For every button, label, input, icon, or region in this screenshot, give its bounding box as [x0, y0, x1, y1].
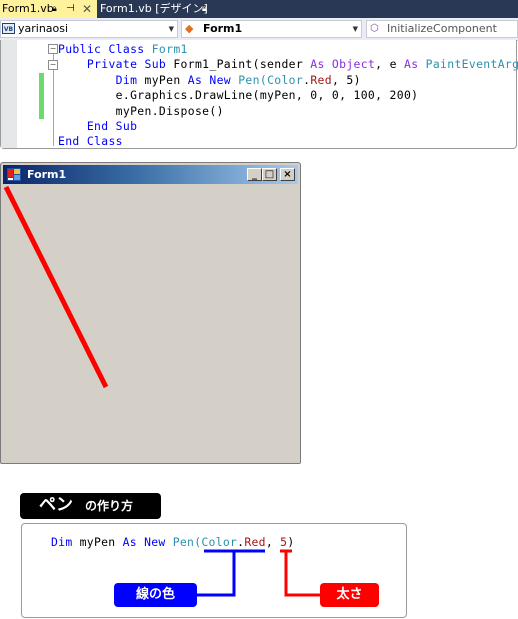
app-icon	[7, 168, 21, 181]
code-token: , 5)	[331, 72, 361, 87]
method-locked-icon: ⬡	[370, 23, 379, 34]
collapse-class-icon[interactable]: −	[48, 44, 58, 54]
code-token: Pen(	[238, 72, 268, 87]
code-token: Private Sub	[58, 57, 174, 72]
minimize-button[interactable]: _	[247, 168, 262, 181]
title-pen: ペン	[39, 495, 73, 515]
class-dropdown[interactable]: ◆ Form1 ▼	[181, 20, 362, 38]
collapse-sub-icon[interactable]: −	[48, 60, 58, 70]
tab-label: Form1.vb	[2, 2, 54, 15]
drawing-surface	[3, 185, 109, 389]
code-token: myPen.Dispose()	[58, 103, 224, 118]
project-value: yarinaosi	[18, 22, 69, 35]
code-line: End Class	[58, 134, 518, 149]
code-line: Public Class Form1	[58, 42, 518, 57]
close-icon[interactable]: ✕	[82, 0, 92, 18]
code-token: End Class	[58, 134, 123, 149]
code-editor-window: Form1.vb 🔒︎ ⊣ ✕ Form1.vb [デザイン] 🔒︎ VB ya…	[0, 0, 518, 150]
code-token: myPen	[144, 72, 188, 87]
class-icon: ◆	[185, 22, 194, 35]
code-line: Dim myPen As New Pen(Color.Red, 5)	[58, 73, 518, 88]
section-title-badge: ペン の作り方	[20, 493, 161, 519]
maximize-button[interactable]: □	[262, 168, 277, 181]
code-token: End Sub	[58, 119, 138, 134]
code-token: Red	[244, 535, 266, 549]
code-token: Pen	[172, 535, 195, 549]
code-text[interactable]: Public Class Form1 Private Sub Form1_Pai…	[58, 42, 518, 150]
code-token: As	[404, 57, 426, 72]
chevron-down-icon[interactable]: ▼	[353, 21, 358, 37]
indicator-margin	[1, 40, 17, 148]
navigation-bar: VB yarinaosi ▼ ◆ Form1 ▼ ⬡ InitializeCom…	[0, 18, 518, 41]
code-token: Color	[267, 72, 304, 87]
code-token: As	[310, 57, 332, 72]
code-editor[interactable]: − − Public Class Form1 Private Sub Form1…	[0, 40, 518, 150]
drawn-red-line	[3, 185, 109, 389]
line-color-label: 線の色	[114, 583, 197, 607]
code-token: New	[144, 535, 173, 549]
project-dropdown[interactable]: VB yarinaosi ▼	[0, 20, 178, 38]
line-width-label: 太さ	[320, 583, 379, 607]
code-token: myPen	[79, 535, 123, 549]
code-token: Color	[201, 535, 238, 549]
code-line: e.Graphics.DrawLine(myPen, 0, 0, 100, 20…	[58, 88, 518, 103]
member-value: InitializeComponent	[387, 22, 497, 35]
class-value: Form1	[203, 22, 243, 35]
title-bar[interactable]: Form1 _ □ ×	[3, 165, 298, 184]
lock-icon: 🔒︎	[52, 4, 57, 14]
change-tracking-bar	[39, 73, 44, 119]
pushpin-icon[interactable]: ⊣	[66, 0, 75, 18]
title-how-to-make: の作り方	[85, 499, 134, 513]
code-line: End Sub	[58, 119, 518, 134]
code-token: Form1_Paint(sender	[173, 57, 311, 72]
form-client-area	[3, 184, 298, 461]
code-token: Red	[310, 72, 332, 87]
code-token: Dim	[58, 72, 145, 87]
code-token: ,	[265, 535, 281, 549]
code-token: )	[287, 535, 295, 549]
tab-form1-design[interactable]: Form1.vb [デザイン] 🔒︎	[98, 0, 218, 18]
code-token: As New	[187, 72, 239, 87]
member-dropdown[interactable]: ⬡ InitializeComponent	[366, 20, 518, 38]
close-button[interactable]: ×	[280, 168, 295, 181]
code-token: PaintEventArgs)	[425, 57, 518, 72]
window-title: Form1	[27, 168, 67, 181]
code-token: Object	[331, 57, 376, 72]
chevron-down-icon[interactable]: ▼	[169, 21, 174, 37]
tab-form1-vb[interactable]: Form1.vb 🔒︎ ⊣ ✕	[0, 0, 97, 18]
code-line: Private Sub Form1_Paint(sender As Object…	[58, 57, 518, 72]
code-token: e.Graphics.DrawLine(myPen, 0, 0, 100, 20…	[58, 88, 419, 103]
vb-project-icon: VB	[2, 23, 15, 34]
code-token: , e	[375, 57, 404, 72]
pen-code-sample: Dim myPen As New Pen(Color.Red, 5)	[51, 535, 295, 550]
code-line: myPen.Dispose()	[58, 104, 518, 119]
form1-window: Form1 _ □ ×	[0, 162, 301, 464]
document-tab-bar: Form1.vb 🔒︎ ⊣ ✕ Form1.vb [デザイン] 🔒︎	[0, 0, 518, 18]
tab-label: Form1.vb [デザイン]	[100, 2, 208, 15]
code-token: Form1	[151, 42, 188, 56]
lock-icon: 🔒︎	[202, 4, 207, 14]
code-token: Dim	[51, 535, 80, 549]
code-token: As	[122, 535, 145, 549]
code-token: Public Class	[58, 42, 152, 56]
